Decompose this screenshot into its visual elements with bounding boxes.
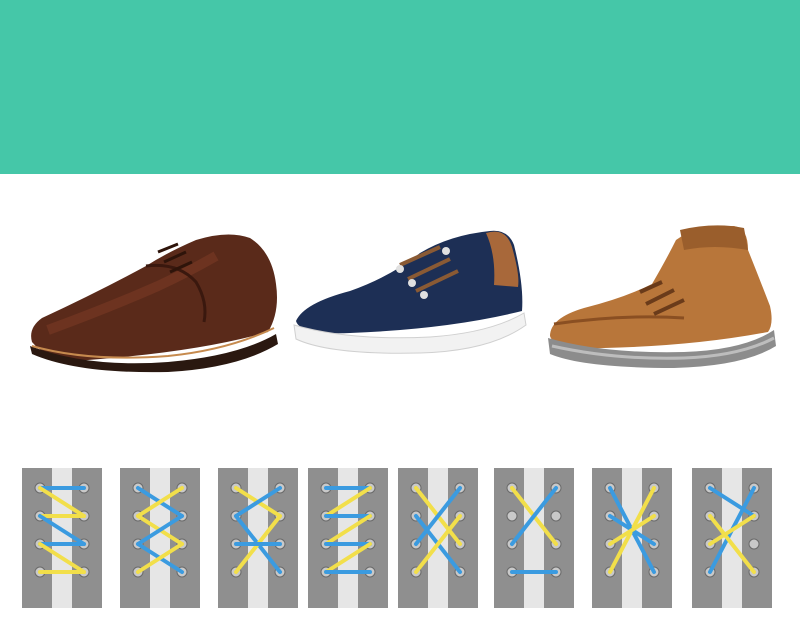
zig-zag-lacing-diagram bbox=[692, 468, 772, 608]
lattice-lacing-diagram bbox=[592, 468, 672, 608]
brown-leather-oxford-shoe-image bbox=[30, 234, 278, 373]
tan-leather-boot-image bbox=[548, 225, 776, 368]
ladder-lacing-diagram bbox=[120, 468, 200, 608]
teal-banner bbox=[0, 0, 800, 174]
navy-suede-sneaker-image bbox=[293, 230, 527, 354]
skip-lacing-diagram bbox=[494, 468, 574, 608]
double-cross-lacing-diagram bbox=[398, 468, 478, 608]
straight-bar-lacing-diagram bbox=[22, 468, 102, 608]
criss-cross-lacing-diagram bbox=[218, 468, 298, 608]
straight-european-lacing-diagram bbox=[308, 468, 388, 608]
